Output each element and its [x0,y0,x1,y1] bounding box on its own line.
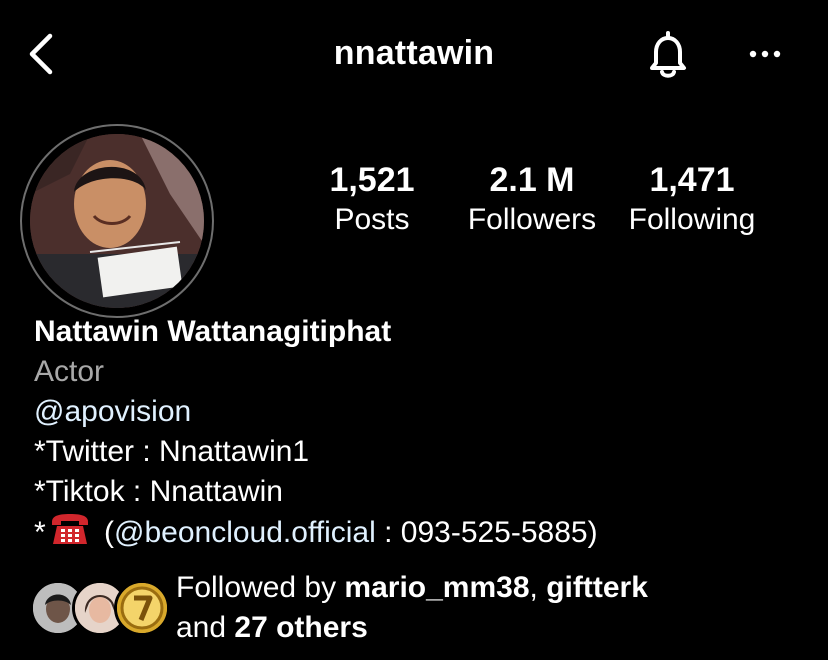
followed-by-and: and [176,611,235,644]
profile-category: Actor [34,355,105,388]
followed-by-user-2: giftterk [546,571,648,604]
avatar-photo [30,134,204,308]
bell-icon [650,31,686,78]
contact-phone: : 093-525-5885) [375,516,598,549]
followers-count: 2.1 M [489,161,575,199]
followed-by-user-1: mario_mm38 [344,571,530,604]
contact-prefix: * [34,516,46,549]
followers-label: Followers [467,203,597,236]
follower-avatar-3 [114,580,170,636]
profile-username: nnattawin [333,34,495,72]
profile-avatar[interactable] [30,134,204,308]
bio-mention-link[interactable]: @apovision [34,392,814,432]
following-label: Following [628,203,756,236]
notifications-button[interactable] [640,28,696,84]
following-stat[interactable]: 1,471 Following [620,160,764,240]
contact-open: ( [95,516,115,549]
followed-by-others: 27 others [234,611,368,644]
bio-twitter-line: *Twitter : Nnattawin1 [34,435,310,468]
posts-count: 1,521 [329,161,415,199]
contact-mention-link[interactable]: @beoncloud.official [114,516,376,549]
profile-bio: Nattawin Wattanagitiphat Actor @apovisio… [34,308,814,553]
followers-stat[interactable]: 2.1 M Followers [460,160,604,240]
telephone-icon [48,512,92,546]
posts-stat[interactable]: 1,521 Posts [316,160,428,240]
full-name: Nattawin Wattanagitiphat [34,315,392,348]
profile-header: nnattawin [0,0,828,110]
followed-by-text[interactable]: Followed by mario_mm38, giftterk and 27 o… [176,568,816,648]
following-count: 1,471 [649,161,735,199]
followed-by-section[interactable]: Followed by mario_mm38, giftterk and 27 o… [30,568,820,648]
bio-tiktok-line: *Tiktok : Nnattawin [34,475,283,508]
followed-by-prefix: Followed by [176,571,345,604]
more-options-button[interactable] [740,34,790,74]
posts-label: Posts [334,203,410,236]
followed-by-separator: , [529,571,547,604]
more-horizontal-icon [749,50,781,58]
bio-contact-line: * (@beoncloud.official : 093-525-5885) [34,512,814,553]
